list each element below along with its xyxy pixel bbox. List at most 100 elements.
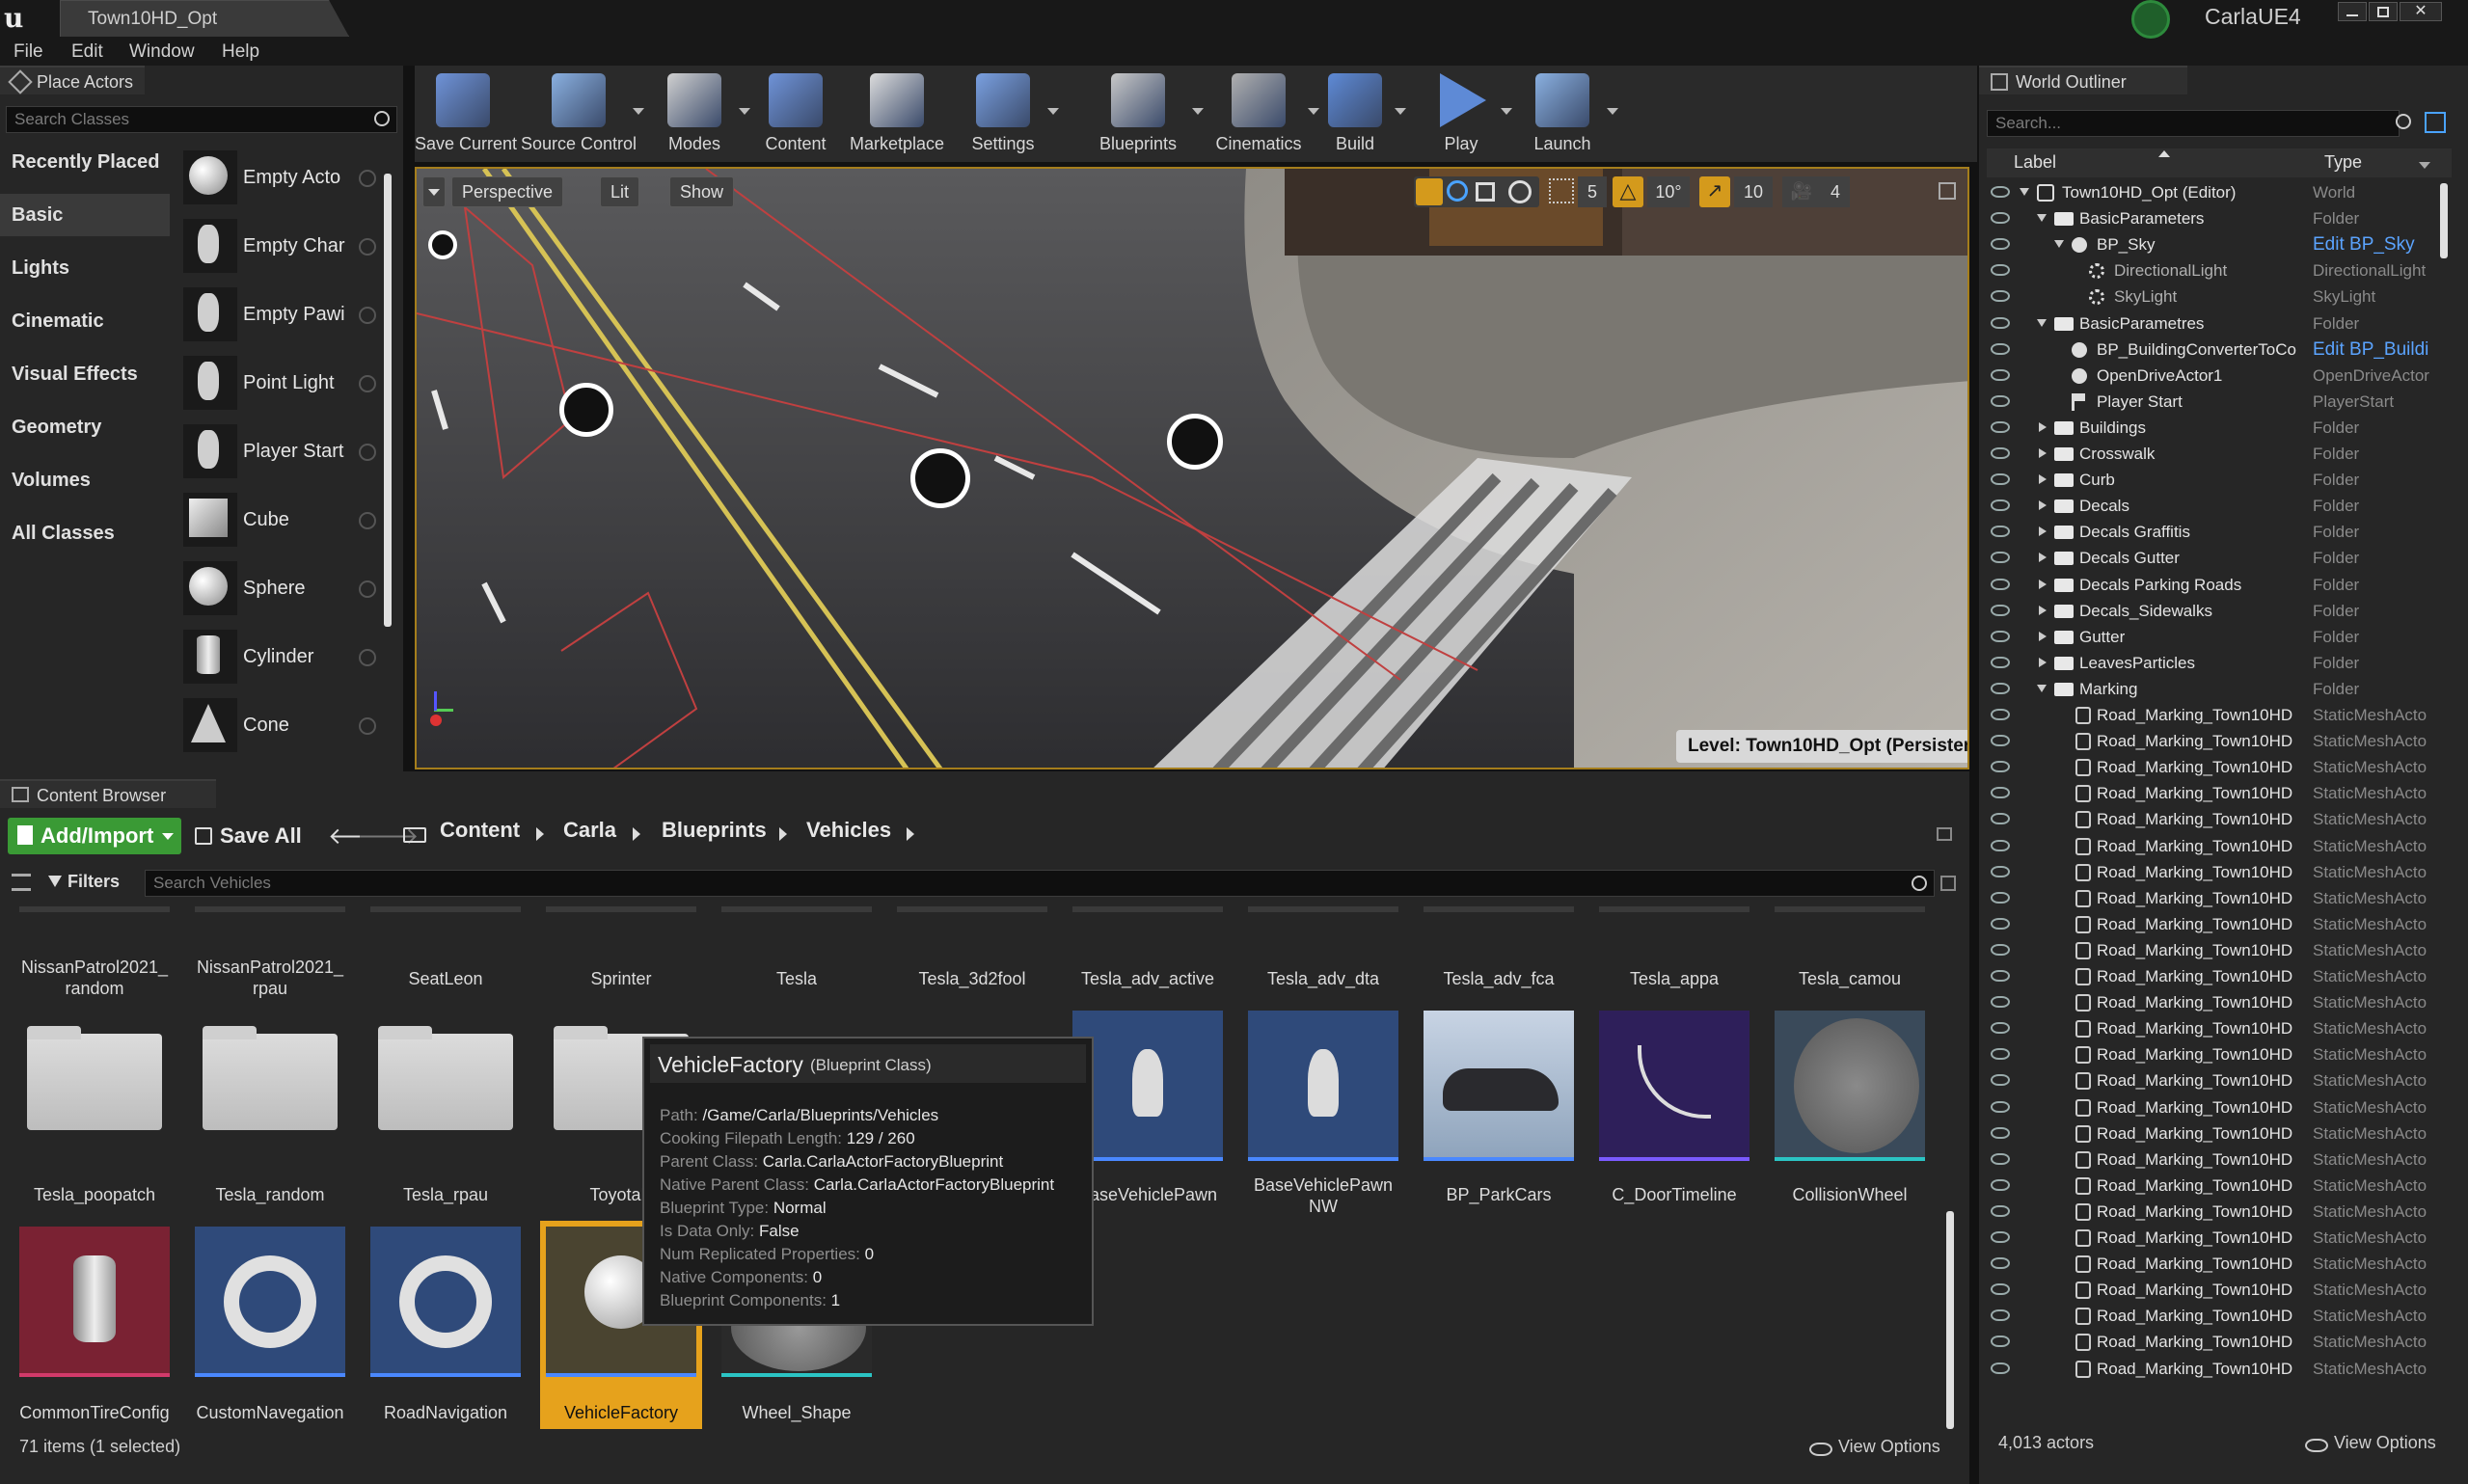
world-outliner-tab[interactable]: World Outliner (1979, 66, 2187, 94)
visibility-eye-icon[interactable] (1991, 996, 2010, 1009)
asset-blueprint[interactable]: CustomNavegation (195, 1227, 345, 1435)
chevron-down-icon[interactable] (739, 108, 750, 115)
outliner-row[interactable]: Buildings Folder (1979, 415, 2452, 441)
help-icon[interactable] (359, 649, 376, 666)
breadcrumb-separator-icon[interactable] (907, 827, 914, 841)
collapsed-arrow-icon[interactable] (2039, 579, 2047, 589)
search-vehicles-input[interactable]: Search Vehicles (145, 870, 1935, 897)
visibility-eye-icon[interactable] (1991, 238, 2010, 251)
outliner-row[interactable]: Marking Folder (1979, 676, 2452, 702)
collapsed-arrow-icon[interactable] (2039, 657, 2047, 667)
visibility-eye-icon[interactable] (1991, 943, 2010, 956)
grid-snap-value[interactable]: 5 (1578, 176, 1607, 207)
actor-item[interactable]: Cone (179, 692, 378, 758)
expanded-arrow-icon[interactable] (2037, 318, 2047, 327)
breadcrumb-vehicles[interactable]: Vehicles (806, 818, 891, 843)
collapsed-arrow-icon[interactable] (2039, 605, 2047, 615)
asset-blueprint[interactable]: CollisionWheel (1775, 1011, 1925, 1213)
view-options-button[interactable]: View Options (1838, 1437, 1940, 1457)
close-button[interactable]: ✕ (2400, 2, 2442, 21)
outliner-row[interactable]: Road_Marking_Town10HD StaticMeshActo (1979, 1147, 2452, 1173)
outliner-row[interactable]: Player Start PlayerStart (1979, 389, 2452, 415)
category-recently-placed[interactable]: Recently Placed (0, 141, 170, 183)
outliner-row[interactable]: Road_Marking_Town10HD StaticMeshActo (1979, 806, 2452, 832)
visibility-eye-icon[interactable] (1991, 891, 2010, 904)
visibility-eye-icon[interactable] (1991, 578, 2010, 590)
outliner-row[interactable]: Decals_Sidewalks Folder (1979, 598, 2452, 624)
help-icon[interactable] (359, 512, 376, 529)
edit-blueprint-link[interactable]: Edit BP_Buildi (2313, 337, 2448, 363)
chevron-down-icon[interactable] (1192, 108, 1204, 115)
visibility-eye-icon[interactable] (1991, 316, 2010, 329)
toolbar-blueprints-button[interactable]: Blueprints (1080, 66, 1204, 160)
outliner-row[interactable]: SkyLight SkyLight (1979, 283, 2452, 310)
asset-folder[interactable]: Tesla (721, 906, 872, 1003)
outliner-row[interactable]: Road_Marking_Town10HD StaticMeshActo (1979, 1251, 2452, 1277)
assets-scrollbar[interactable] (1946, 1211, 1954, 1429)
outliner-row[interactable]: Road_Marking_Town10HD StaticMeshActo (1979, 1173, 2452, 1199)
expanded-arrow-icon[interactable] (2037, 684, 2047, 692)
visibility-eye-icon[interactable] (1991, 1048, 2010, 1061)
help-icon[interactable] (359, 170, 376, 187)
menu-help[interactable]: Help (222, 41, 259, 63)
toolbar-modes-button[interactable]: Modes (646, 66, 750, 160)
camera-speed-value[interactable]: 4 (1821, 176, 1850, 207)
menu-edit[interactable]: Edit (71, 41, 103, 63)
toolbar-cinematics-button[interactable]: Cinematics (1206, 66, 1319, 160)
visibility-eye-icon[interactable] (1991, 1152, 2010, 1165)
outliner-row[interactable]: Road_Marking_Town10HD StaticMeshActo (1979, 780, 2452, 806)
category-geometry[interactable]: Geometry (0, 406, 170, 448)
asset-folder[interactable]: Tesla_3d2fool (897, 906, 1047, 1003)
outliner-row[interactable]: BP_BuildingConverterToCo Edit BP_Buildi (1979, 337, 2452, 363)
visibility-eye-icon[interactable] (1991, 186, 2010, 198)
help-icon[interactable] (359, 375, 376, 392)
help-icon[interactable] (359, 444, 376, 461)
outliner-row[interactable]: Road_Marking_Town10HD StaticMeshActo (1979, 963, 2452, 989)
outliner-row[interactable]: Road_Marking_Town10HD StaticMeshActo (1979, 1303, 2452, 1329)
toolbar-launch-button[interactable]: Launch (1514, 66, 1618, 160)
visibility-eye-icon[interactable] (1991, 761, 2010, 773)
outliner-row[interactable]: Road_Marking_Town10HD StaticMeshActo (1979, 937, 2452, 963)
collapsed-arrow-icon[interactable] (2039, 448, 2047, 458)
breadcrumb-content[interactable]: Content (440, 818, 520, 843)
edit-blueprint-link[interactable]: Edit BP_Sky (2313, 231, 2448, 257)
toolbar-save-current-button[interactable]: Save Current (415, 66, 517, 160)
visibility-eye-icon[interactable] (1991, 1336, 2010, 1348)
visibility-eye-icon[interactable] (1991, 656, 2010, 668)
toolbar-content-button[interactable]: Content (752, 66, 839, 160)
camera-speed-icon[interactable]: 🎥 (1782, 176, 1821, 207)
visibility-eye-icon[interactable] (1991, 682, 2010, 694)
asset-folder[interactable]: Tesla_adv_active (1072, 906, 1223, 1003)
collapsed-arrow-icon[interactable] (2039, 553, 2047, 563)
lit-button[interactable]: Lit (600, 176, 640, 207)
toolbar-build-button[interactable]: Build (1312, 66, 1406, 160)
category-cinematic[interactable]: Cinematic (0, 300, 170, 342)
asset-folder[interactable]: Tesla_camou (1775, 906, 1925, 1003)
asset-folder[interactable]: Sprinter (546, 906, 696, 1003)
visibility-eye-icon[interactable] (1991, 970, 2010, 982)
help-icon[interactable] (359, 717, 376, 735)
add-import-button[interactable]: Add/Import (8, 818, 181, 854)
asset-blueprint[interactable]: BP_ParkCars (1424, 1011, 1574, 1213)
asset-folder[interactable]: Tesla_random (195, 1011, 345, 1213)
rotate-icon[interactable] (1447, 180, 1468, 202)
toolbar-marketplace-button[interactable]: Marketplace (839, 66, 955, 160)
asset-blueprint[interactable]: CommonTireConfig (19, 1227, 170, 1435)
scale-snap-value[interactable]: 10 (1734, 176, 1773, 207)
breadcrumb-separator-icon[interactable] (536, 827, 544, 841)
visibility-eye-icon[interactable] (1991, 1231, 2010, 1243)
help-icon[interactable] (359, 580, 376, 598)
minimize-button[interactable] (2338, 2, 2367, 21)
visibility-eye-icon[interactable] (1991, 839, 2010, 851)
outliner-row[interactable]: Curb Folder (1979, 467, 2452, 493)
category-lights[interactable]: Lights (0, 247, 170, 289)
outliner-row[interactable]: Road_Marking_Town10HD StaticMeshActo (1979, 1277, 2452, 1303)
outliner-row[interactable]: DirectionalLight DirectionalLight (1979, 257, 2452, 283)
outliner-view-options-button[interactable]: View Options (2334, 1433, 2436, 1453)
outliner-row[interactable]: OpenDriveActor1 OpenDriveActor (1979, 363, 2452, 389)
actor-item[interactable]: Cylinder (179, 624, 378, 689)
toolbar-source-control-button[interactable]: Source Control (521, 66, 644, 160)
help-icon[interactable] (359, 307, 376, 324)
visibility-eye-icon[interactable] (1991, 264, 2010, 277)
visibility-eye-icon[interactable] (1991, 865, 2010, 877)
